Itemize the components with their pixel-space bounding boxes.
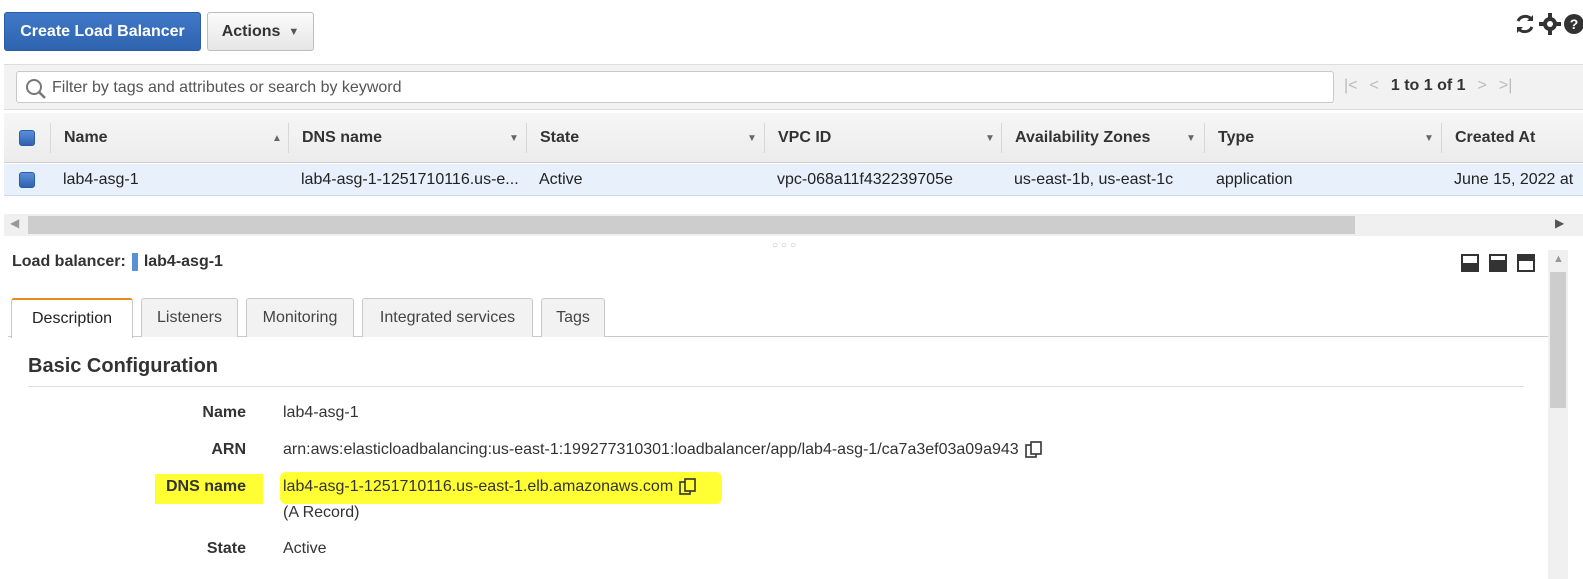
field-arn-label: ARN [211, 441, 246, 458]
pane-splitter-handle[interactable]: ○○○ [772, 240, 799, 251]
next-page-icon[interactable]: > [1478, 77, 1487, 95]
scroll-right-icon[interactable]: ▶ [1555, 216, 1564, 230]
tabs-baseline [8, 336, 1548, 337]
load-balancer-label: Load balancer: [12, 253, 126, 270]
search-icon [26, 79, 46, 99]
vertical-scrollbar[interactable]: ▲ [1548, 250, 1568, 579]
cell-dns-name: lab4-asg-1-1251710116.us-e... [301, 171, 519, 188]
sort-icon[interactable]: ▼ [1186, 133, 1196, 144]
pane-top-icon[interactable] [1517, 254, 1535, 272]
tab-monitoring[interactable]: Monitoring [246, 298, 354, 337]
load-balancer-name: lab4-asg-1 [143, 253, 223, 270]
column-vpc-id[interactable]: VPC ID [778, 113, 831, 163]
pane-layout-icons [1461, 254, 1535, 272]
column-availability-zones[interactable]: Availability Zones [1015, 113, 1150, 163]
pagination-text: 1 to 1 of 1 [1390, 77, 1466, 94]
field-dns: lab4-asg-1-1251710116.us-east-1.elb.amaz… [283, 478, 697, 496]
column-dns-name[interactable]: DNS name [302, 113, 382, 163]
svg-text:?: ? [1570, 16, 1579, 32]
tab-tags[interactable]: Tags [541, 298, 605, 337]
chevron-down-icon: ▼ [288, 25, 300, 38]
table-header: Name ▲ DNS name ▼ State ▼ VPC ID ▼ Avail… [4, 113, 1583, 163]
field-name-value: lab4-asg-1 [283, 404, 359, 421]
field-arn: arn:aws:elasticloadbalancing:us-east-1:1… [283, 441, 1043, 459]
field-state-label: State [206, 540, 246, 557]
sort-asc-icon[interactable]: ▲ [272, 133, 282, 144]
copy-icon[interactable] [1024, 441, 1043, 459]
field-state-value: Active [283, 540, 327, 557]
column-state[interactable]: State [540, 113, 579, 163]
last-page-icon[interactable]: >| [1499, 77, 1513, 95]
gear-icon[interactable] [1539, 13, 1561, 35]
first-page-icon[interactable]: |< [1344, 77, 1358, 95]
filter-bar: Filter by tags and attributes or search … [4, 64, 1583, 110]
row-checkbox[interactable] [19, 164, 35, 196]
help-icon[interactable]: ? [1563, 13, 1583, 35]
scroll-left-icon[interactable]: ◀ [10, 216, 19, 230]
column-name[interactable]: Name [64, 113, 108, 163]
load-balancer-header: Load balancer: lab4-asg-1 [12, 253, 223, 271]
cell-availability-zones: us-east-1b, us-east-1c [1014, 171, 1174, 188]
top-icons: ? [1513, 12, 1583, 36]
tab-listeners[interactable]: Listeners [141, 298, 238, 337]
refresh-icon[interactable] [1513, 12, 1537, 36]
cell-created-at: June 15, 2022 at [1454, 171, 1574, 188]
field-name-label: Name [202, 404, 246, 421]
horizontal-scrollbar-thumb[interactable] [28, 216, 1355, 234]
sort-icon[interactable]: ▼ [509, 133, 519, 144]
cell-state: Active [539, 171, 583, 188]
tab-description[interactable]: Description [11, 298, 133, 338]
cell-name: lab4-asg-1 [63, 171, 139, 188]
cell-type: application [1216, 171, 1293, 188]
column-type[interactable]: Type [1218, 113, 1254, 163]
scroll-up-icon[interactable]: ▲ [1553, 253, 1564, 265]
actions-button[interactable]: Actions ▼ [207, 12, 314, 51]
section-divider [28, 386, 1524, 387]
tab-integrated-services[interactable]: Integrated services [362, 298, 533, 337]
cell-vpc-id: vpc-068a11f432239705e [777, 171, 953, 188]
create-load-balancer-button[interactable]: Create Load Balancer [4, 12, 201, 51]
column-created-at[interactable]: Created At [1455, 113, 1535, 163]
actions-label: Actions [221, 22, 281, 40]
selection-marker [131, 253, 138, 271]
prev-page-icon[interactable]: < [1370, 77, 1379, 95]
field-dns-value: lab4-asg-1-1251710116.us-east-1.elb.amaz… [283, 478, 674, 495]
pane-split-icon[interactable] [1489, 254, 1507, 272]
table-row[interactable]: lab4-asg-1 lab4-asg-1-1251710116.us-e...… [4, 164, 1583, 196]
sort-icon[interactable]: ▼ [747, 133, 757, 144]
select-all-checkbox[interactable] [19, 113, 35, 163]
horizontal-scrollbar[interactable]: ◀ ▶ [4, 214, 1583, 236]
field-dns-label: DNS name [165, 478, 246, 495]
field-dns-note: (A Record) [283, 504, 360, 521]
pagination: |< < 1 to 1 of 1 > >| [1344, 77, 1512, 95]
vertical-scrollbar-thumb[interactable] [1550, 272, 1566, 408]
search-placeholder: Filter by tags and attributes or search … [52, 79, 402, 96]
sort-icon[interactable]: ▼ [1424, 133, 1434, 144]
sort-icon[interactable]: ▼ [985, 133, 995, 144]
pane-bottom-icon[interactable] [1461, 254, 1479, 272]
search-input[interactable]: Filter by tags and attributes or search … [16, 71, 1334, 103]
copy-icon[interactable] [679, 478, 697, 496]
section-title: Basic Configuration [28, 355, 219, 377]
field-arn-value: arn:aws:elasticloadbalancing:us-east-1:1… [283, 441, 1019, 458]
